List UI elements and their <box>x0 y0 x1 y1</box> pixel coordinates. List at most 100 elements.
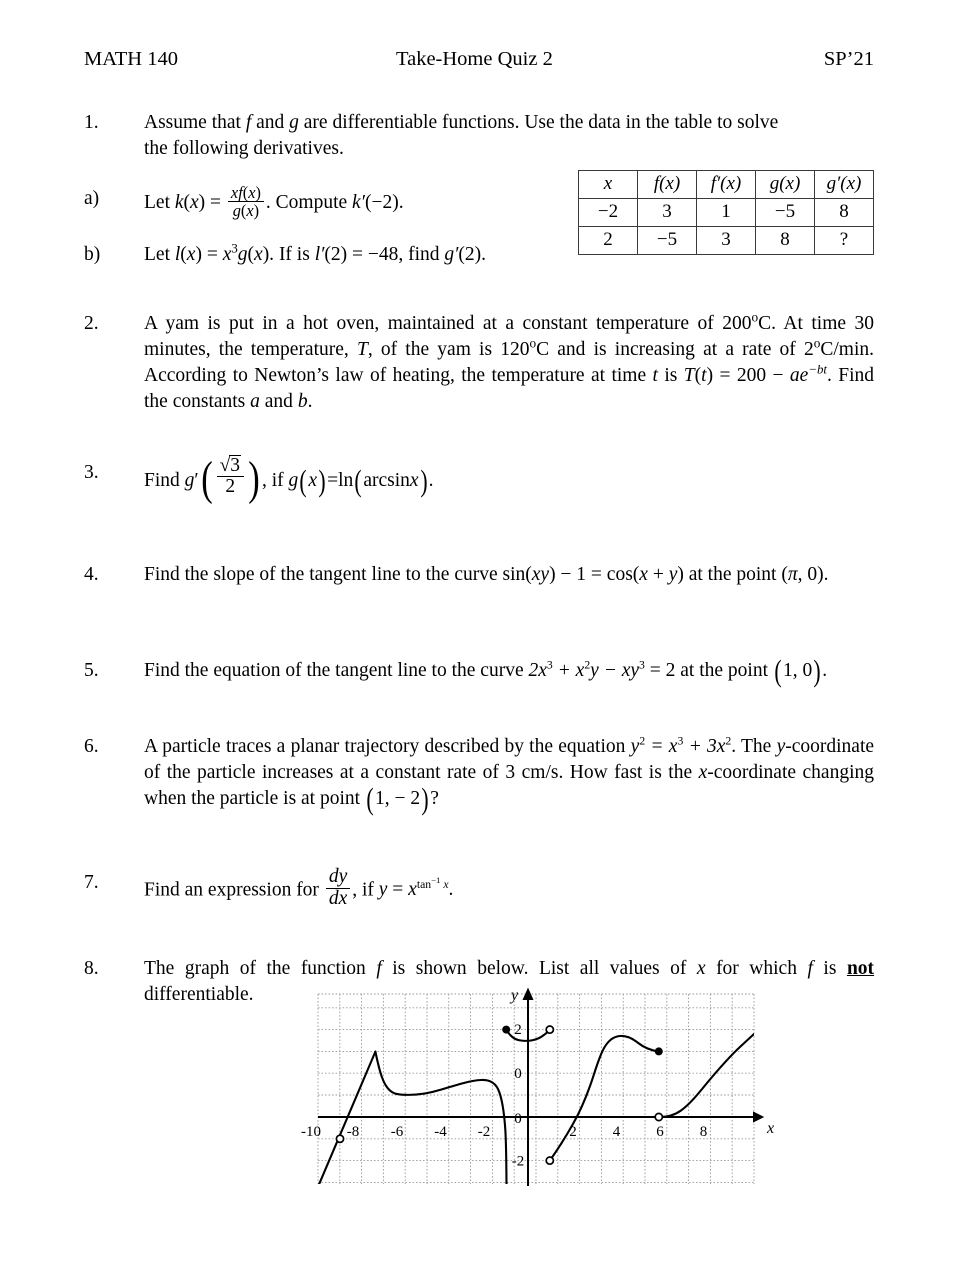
p2-l2b: , of the yam is 120 <box>367 338 530 360</box>
p3-x: x <box>308 469 317 491</box>
table-header-fx: f(x) <box>637 170 697 199</box>
part-a-var-x: x <box>190 192 199 214</box>
part-a-let: Let <box>144 192 170 214</box>
p3-period: . <box>428 469 434 491</box>
p2-eq-ae: ae <box>789 364 809 386</box>
p2-eq-exponent: −bt <box>808 362 827 377</box>
p2-symbol-t: t <box>652 364 658 386</box>
y-axis-arrow <box>522 987 534 1000</box>
part-b-g: g <box>237 244 248 265</box>
x-axis-label: x <box>766 1120 774 1137</box>
table-cell: 1 <box>696 198 756 227</box>
part-b-var: x <box>186 244 196 265</box>
table-cell: 8 <box>814 198 874 227</box>
p6-eq-end: . The <box>731 736 772 757</box>
xtick-label: 2 <box>569 1124 577 1140</box>
ytick-label: 2 <box>514 1022 522 1038</box>
p2-l4b: and <box>264 390 293 412</box>
p1-text-b: and <box>256 112 285 133</box>
p6-y: y <box>630 736 640 757</box>
problem-7-stem: Find an expression for dy dx , if y = xt… <box>144 866 684 912</box>
problem-4-number: 4. <box>84 564 99 585</box>
graph-axis-labels: x y <box>509 987 774 1137</box>
p3-radical-symbol: √ <box>219 455 231 477</box>
p5-l1: Find the equation of the tangent line to… <box>144 660 524 681</box>
part-a-paren-close: ) <box>198 192 206 214</box>
p6-l1: A particle traces a planar trajectory de… <box>144 736 626 757</box>
p3-ln-paren-right: ) <box>419 463 428 498</box>
p1-symbol-g: g <box>289 112 299 133</box>
p7-exp-minus-one: −1 <box>431 875 441 886</box>
p6-point-paren-right: ) <box>421 781 429 816</box>
problem-4-stem: Find the slope of the tangent line to th… <box>144 562 874 588</box>
page-header: MATH 140 Take-Home Quiz 2 SP’21 <box>84 48 874 74</box>
part-b-if: If is <box>278 244 310 265</box>
part-a-denominator: g(x) <box>227 200 264 219</box>
part-b-body: Let l(x) = x3g(x). If is l′(2) = −48, fi… <box>144 242 584 268</box>
part-b-lprime: l′ <box>314 244 325 265</box>
header-title: Take-Home Quiz 2 <box>396 48 553 70</box>
table-cell: 3 <box>637 198 697 227</box>
part-b-label: b) <box>84 244 101 265</box>
p8-l1d: is <box>823 958 837 979</box>
derivative-data-table: x f(x) f′(x) g(x) g′(x) −2 3 1 −5 8 2 −5… <box>578 170 874 255</box>
p3-g: g <box>184 469 195 491</box>
part-a-kprime-arg: (−2). <box>364 192 404 214</box>
open-point-1-minus2 <box>545 1156 555 1166</box>
part-a-body: Let k(x) = xf(x) g(x) . Compute k′(−2). <box>144 183 564 221</box>
xtick-label: -6 <box>391 1124 404 1140</box>
part-a-k: k <box>174 192 184 214</box>
curve-branch-plateau <box>374 1050 508 1184</box>
ytick-label: 0 <box>514 1066 522 1082</box>
p7-exp-tan: tan <box>416 877 432 891</box>
p5-l1b: at the point <box>680 660 768 681</box>
quiz-page: MATH 140 Take-Home Quiz 2 SP’21 1. Assum… <box>0 0 974 1280</box>
problem-1-stem: Assume that f and g are differentiable f… <box>144 110 784 162</box>
open-point-1-4 <box>545 1025 555 1035</box>
p5-point-paren-right: ) <box>813 653 821 688</box>
part-a-kprime: k′ <box>352 192 365 214</box>
p2-l3a: According to Newton’s law of heating, th… <box>144 364 647 386</box>
p7-dy: dy <box>328 866 348 888</box>
part-b-given: l′(2) = −48, <box>315 244 404 265</box>
p4-l1b: at the point <box>688 564 777 585</box>
p6-exp-1: 2 <box>639 734 646 748</box>
table-cell: 2 <box>578 226 638 255</box>
table-header-fpx: f′(x) <box>696 170 756 199</box>
sqrt-icon: √3 <box>219 454 242 477</box>
part-a-compute: Compute <box>275 192 348 214</box>
part-b-equals: = <box>206 244 218 265</box>
curve-branch-right-rise <box>657 1032 754 1119</box>
open-point-6-0 <box>654 1112 664 1122</box>
p7-numerator: dy <box>326 866 350 888</box>
part-b-let: Let <box>144 244 170 265</box>
p2-const-b: b <box>297 390 308 412</box>
p7-definition: y = xtan−1 x. <box>379 876 454 901</box>
p2-l1b: C. At time 30 <box>758 313 874 334</box>
x-axis-arrow <box>753 1111 765 1123</box>
ytick-label: -2 <box>512 1154 525 1170</box>
p2-l2c: C and is increasing at a rate of 2 <box>536 338 814 360</box>
p3-fraction: √3 2 <box>216 454 245 498</box>
p5-period: . <box>822 660 828 681</box>
p3-argument: √3 2 <box>215 454 246 501</box>
xtick-label: -2 <box>478 1124 491 1140</box>
xtick-label: -10 <box>301 1124 321 1140</box>
table-cell: 8 <box>755 226 815 255</box>
p3-g2: g <box>288 469 299 491</box>
p2-eq-period: . <box>827 364 832 386</box>
part-a-fraction: xf(x) g(x) <box>227 183 264 219</box>
p8-symbol-f2: f <box>807 958 813 979</box>
p6-x-italic: x <box>698 761 708 783</box>
table-cell: −2 <box>578 198 638 227</box>
problem-1-part-a: a) Let k(x) = xf(x) g(x) . Compute k′(−2… <box>84 183 564 221</box>
p5-term-2: + x <box>557 660 585 681</box>
part-b-l: l <box>174 244 181 265</box>
table-header-gx: g(x) <box>755 170 815 199</box>
p1-symbol-f: f <box>245 112 252 133</box>
p3-equals: = <box>327 469 339 491</box>
problem-1-part-b: b) Let l(x) = x3g(x). If is l′(2) = −48,… <box>84 242 584 268</box>
p5-exp-1: 3 <box>546 658 553 672</box>
p6-l2b: -coordinate <box>707 761 797 783</box>
p6-rhs-1: = x <box>650 736 678 757</box>
